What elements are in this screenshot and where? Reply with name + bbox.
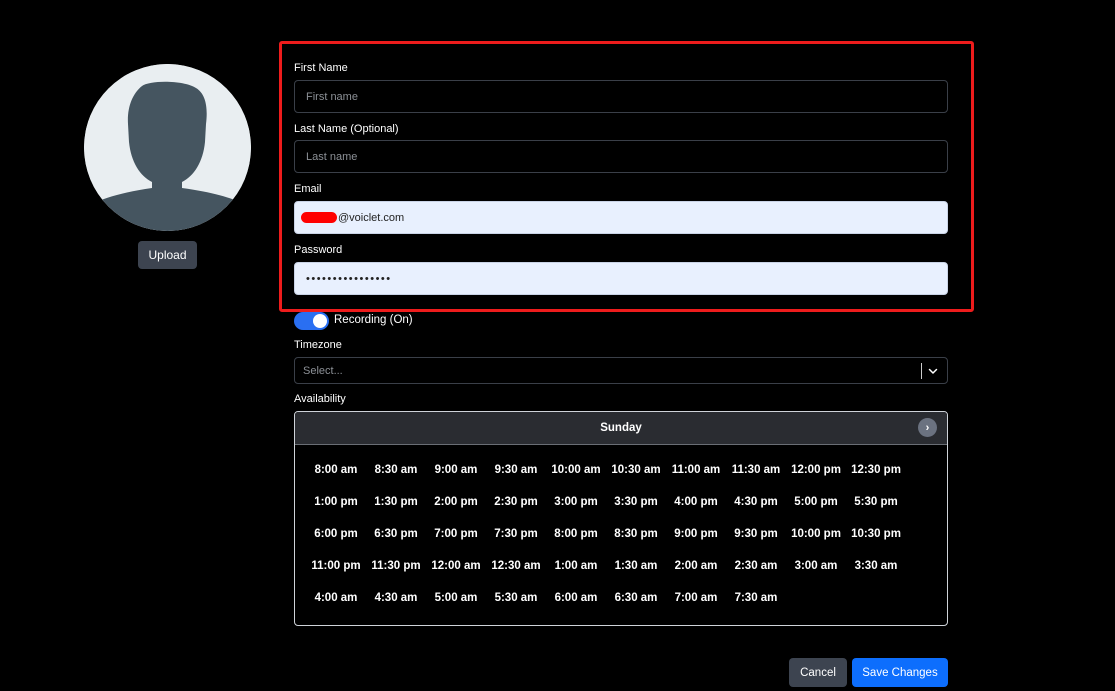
time-slot[interactable]: 9:00 am [426, 462, 486, 494]
time-slot-grid: 8:00 am 8:30 am 9:00 am 9:30 am 10:00 am 10:3… [306, 462, 906, 622]
time-slot[interactable]: 8:00 am [306, 462, 366, 494]
time-slot[interactable]: 2:30 am [726, 558, 786, 590]
time-slot[interactable]: 11:30 pm [366, 558, 426, 590]
password-label: Password [294, 244, 343, 256]
time-slot[interactable]: 7:00 am [666, 590, 726, 622]
time-slot[interactable]: 8:00 pm [546, 526, 606, 558]
time-slot[interactable]: 5:00 am [426, 590, 486, 622]
first-name-label: First Name [294, 62, 348, 74]
time-slot[interactable]: 10:30 pm [846, 526, 906, 558]
time-slot[interactable]: 7:30 pm [486, 526, 546, 558]
time-slot[interactable]: 5:00 pm [786, 494, 846, 526]
time-slot[interactable]: 7:30 am [726, 590, 786, 622]
time-slot[interactable]: 12:00 pm [786, 462, 846, 494]
select-separator [921, 363, 922, 379]
time-slot[interactable]: 2:30 pm [486, 494, 546, 526]
chevron-right-icon: › [925, 421, 930, 434]
time-slot[interactable]: 3:00 am [786, 558, 846, 590]
email-label: Email [294, 183, 322, 195]
time-slot[interactable]: 11:00 pm [306, 558, 366, 590]
last-name-label: Last Name (Optional) [294, 123, 399, 135]
time-slot[interactable]: 1:30 pm [366, 494, 426, 526]
timezone-placeholder: Select... [303, 364, 343, 377]
availability-header: Sunday › [295, 412, 947, 445]
time-slot[interactable]: 10:30 am [606, 462, 666, 494]
time-slot[interactable]: 4:00 am [306, 590, 366, 622]
email-input[interactable]: @voiclet.com [294, 201, 948, 234]
time-slot[interactable]: 1:00 pm [306, 494, 366, 526]
email-value: @voiclet.com [338, 211, 405, 224]
time-slot[interactable]: 3:30 pm [606, 494, 666, 526]
time-slot[interactable]: 8:30 pm [606, 526, 666, 558]
time-slot[interactable]: 9:30 am [486, 462, 546, 494]
save-changes-button[interactable]: Save Changes [852, 658, 948, 687]
timezone-label: Timezone [294, 339, 342, 351]
user-silhouette-icon [84, 64, 251, 231]
availability-panel: Sunday › 8:00 am 8:30 am 9:00 am 9:30 am 10:… [294, 411, 948, 626]
time-slot[interactable]: 9:30 pm [726, 526, 786, 558]
time-slot[interactable]: 8:30 am [366, 462, 426, 494]
password-value: •••••••••••••••• [306, 272, 392, 285]
time-slot[interactable]: 1:30 am [606, 558, 666, 590]
cancel-button[interactable]: Cancel [789, 658, 847, 687]
timezone-select[interactable]: Select... [294, 357, 948, 384]
time-slot[interactable]: 4:00 pm [666, 494, 726, 526]
time-slot[interactable]: 6:30 pm [366, 526, 426, 558]
time-slot[interactable]: 4:30 pm [726, 494, 786, 526]
next-day-button[interactable]: › [918, 418, 937, 437]
redaction-mark [301, 212, 337, 223]
time-slot[interactable]: 11:00 am [666, 462, 726, 494]
day-title: Sunday [600, 422, 642, 434]
time-slot[interactable]: 6:00 am [546, 590, 606, 622]
time-slot[interactable]: 2:00 pm [426, 494, 486, 526]
time-slot[interactable]: 6:00 pm [306, 526, 366, 558]
time-slot[interactable]: 5:30 am [486, 590, 546, 622]
avatar [84, 64, 251, 231]
recording-label: Recording (On) [334, 314, 413, 326]
time-slot[interactable]: 11:30 am [726, 462, 786, 494]
time-slot[interactable]: 3:30 am [846, 558, 906, 590]
availability-label: Availability [294, 393, 346, 405]
last-name-input[interactable]: Last name [294, 140, 948, 173]
last-name-placeholder: Last name [306, 150, 358, 163]
time-slot[interactable]: 4:30 am [366, 590, 426, 622]
time-slot[interactable]: 5:30 pm [846, 494, 906, 526]
time-slot[interactable]: 12:30 pm [846, 462, 906, 494]
time-slot[interactable]: 1:00 am [546, 558, 606, 590]
recording-toggle[interactable] [294, 312, 329, 330]
toggle-knob [313, 314, 327, 328]
time-slot[interactable]: 3:00 pm [546, 494, 606, 526]
time-slot[interactable]: 10:00 am [546, 462, 606, 494]
time-slot[interactable]: 12:00 am [426, 558, 486, 590]
first-name-input[interactable]: First name [294, 80, 948, 113]
time-slot[interactable]: 9:00 pm [666, 526, 726, 558]
time-slot[interactable]: 2:00 am [666, 558, 726, 590]
time-slot[interactable]: 6:30 am [606, 590, 666, 622]
chevron-down-icon[interactable] [927, 365, 939, 377]
password-input[interactable]: •••••••••••••••• [294, 262, 948, 295]
time-slot[interactable]: 7:00 pm [426, 526, 486, 558]
time-slot[interactable]: 12:30 am [486, 558, 546, 590]
upload-button[interactable]: Upload [138, 241, 197, 269]
first-name-placeholder: First name [306, 90, 358, 103]
time-slot[interactable]: 10:00 pm [786, 526, 846, 558]
